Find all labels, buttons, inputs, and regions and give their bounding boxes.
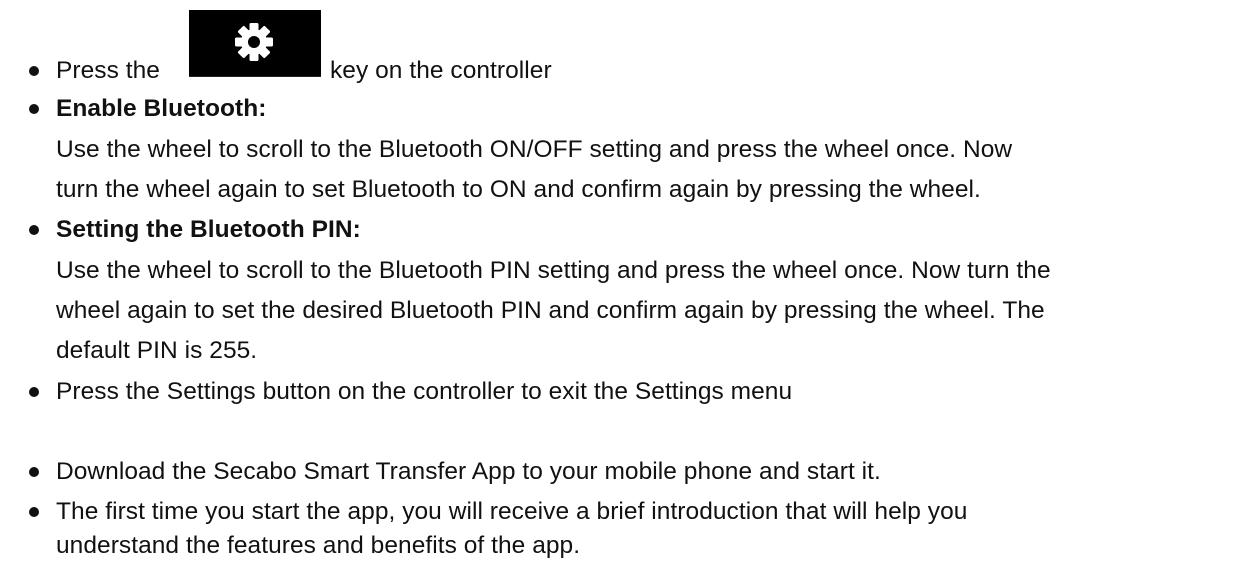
bullet-icon [29, 467, 39, 477]
item-body-line: turn the wheel again to set Bluetooth to… [56, 176, 981, 203]
bullet-icon [29, 507, 39, 517]
bullet-icon [29, 225, 39, 235]
bullet-icon [29, 104, 39, 114]
item-text-suffix: key on the controller [330, 57, 552, 84]
item-text-prefix: Press the [56, 57, 160, 84]
item-body-line: The first time you start the app, you wi… [56, 498, 968, 525]
item-heading: Enable Bluetooth: [56, 95, 267, 122]
item-body-line: default PIN is 255. [56, 337, 258, 364]
item-text: Press the Settings button on the control… [56, 378, 793, 405]
item-body-line: wheel again to set the desired Bluetooth… [56, 297, 1045, 324]
bullet-icon [29, 387, 39, 397]
bullet-icon [29, 66, 39, 76]
item-body-line: Use the wheel to scroll to the Bluetooth… [56, 136, 1013, 163]
item-heading: Setting the Bluetooth PIN: [56, 216, 361, 243]
gear-icon [235, 23, 273, 61]
instruction-document: Press the key on the controller Enable B… [0, 0, 1258, 561]
item-body-line: understand the features and benefits of … [56, 532, 581, 559]
item-text: Download the Secabo Smart Transfer App t… [56, 458, 881, 485]
settings-key-image [189, 10, 321, 77]
item-body-line: Use the wheel to scroll to the Bluetooth… [56, 257, 1051, 284]
